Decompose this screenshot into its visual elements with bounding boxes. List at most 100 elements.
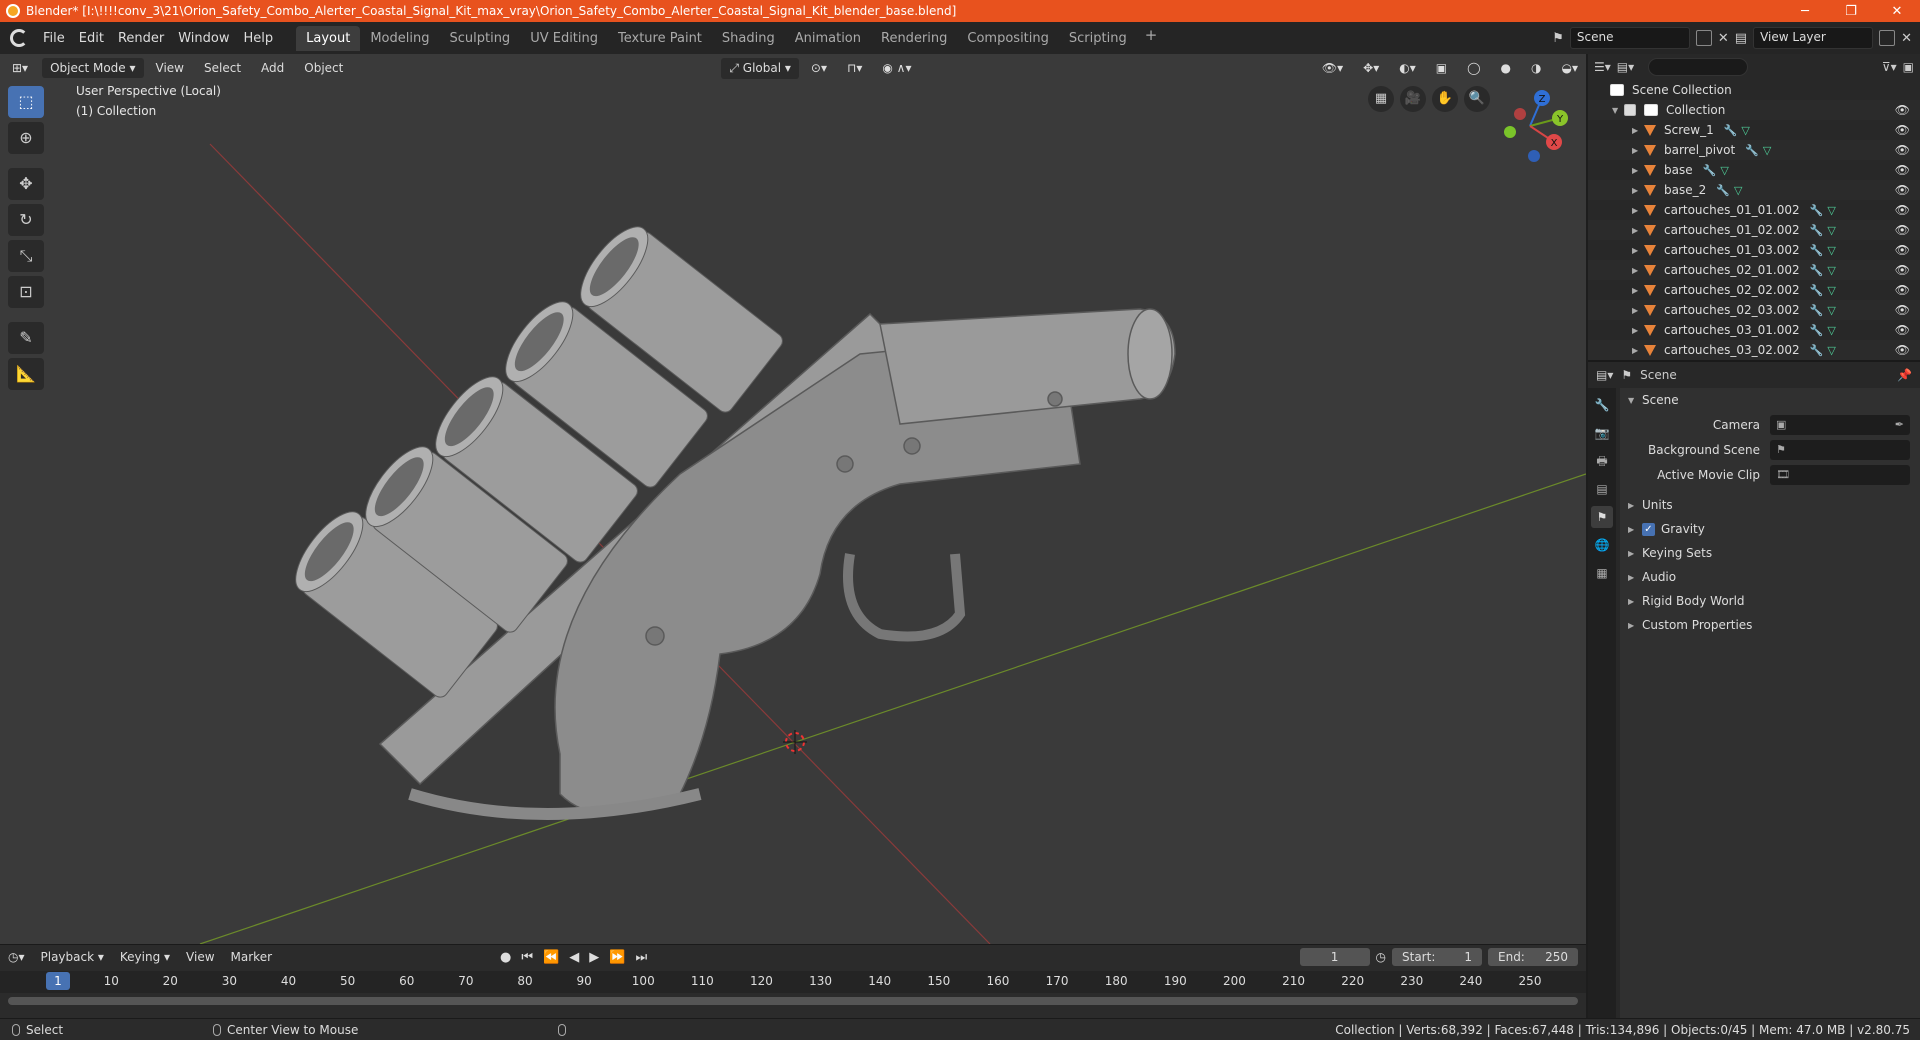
measure-tool-icon[interactable]: 📐 (8, 358, 44, 390)
tab-modeling[interactable]: Modeling (360, 26, 439, 51)
mesh-data-icon[interactable]: ▽ (1827, 224, 1835, 237)
wrench-modifier-icon[interactable]: 🔧 (1703, 164, 1717, 177)
outliner-object-row[interactable]: ▶ cartouches_01_02.002 🔧 ▽ 👁 (1588, 220, 1920, 240)
outliner-object-row[interactable]: ▶ cartouches_02_01.002 🔧 ▽ 👁 (1588, 260, 1920, 280)
outliner-object-row[interactable]: ▶ barrel_pivot 🔧 ▽ 👁 (1588, 140, 1920, 160)
shading-solid-icon[interactable]: ● (1493, 58, 1519, 78)
collection-checkbox[interactable] (1624, 104, 1636, 116)
view-layer-tab-icon[interactable]: ▤ (1591, 478, 1613, 500)
next-keyframe-button[interactable]: ⏩ (609, 950, 625, 965)
snap-icon[interactable]: ⊓▾ (839, 58, 870, 78)
start-frame-field[interactable]: Start: 1 (1392, 948, 1482, 966)
wrench-modifier-icon[interactable]: 🔧 (1810, 244, 1824, 257)
wrench-modifier-icon[interactable]: 🔧 (1810, 284, 1824, 297)
texture-tab-icon[interactable]: ▦ (1591, 562, 1613, 584)
tab-animation[interactable]: Animation (785, 26, 871, 51)
mesh-data-icon[interactable]: ▽ (1827, 304, 1835, 317)
eye-icon[interactable]: 👁 (1895, 343, 1910, 357)
menu-file[interactable]: File (36, 31, 72, 46)
zoom-icon[interactable]: 🔍 (1464, 86, 1490, 112)
expand-arrow-icon[interactable]: ▶ (1632, 346, 1644, 355)
tab-shading[interactable]: Shading (712, 26, 785, 51)
expand-arrow-icon[interactable]: ▶ (1632, 166, 1644, 175)
object-menu[interactable]: Object (296, 58, 351, 78)
wrench-modifier-icon[interactable]: 🔧 (1810, 304, 1824, 317)
outliner-editor-type-icon[interactable]: ☰▾ (1594, 60, 1611, 74)
camera-view-icon[interactable]: 🎥 (1400, 86, 1426, 112)
pan-hand-icon[interactable]: ✋ (1432, 86, 1458, 112)
prev-keyframe-button[interactable]: ⏪ (543, 950, 559, 965)
outliner-object-row[interactable]: ▶ cartouches_03_02.002 🔧 ▽ 👁 (1588, 340, 1920, 360)
mesh-data-icon[interactable]: ▽ (1827, 344, 1835, 357)
transform-tool-icon[interactable]: ⊡ (8, 276, 44, 308)
shading-rendered-icon[interactable]: ◒▾ (1554, 58, 1587, 78)
gizmo-toggle-icon[interactable]: ✥▾ (1355, 58, 1387, 78)
blender-logo-icon[interactable] (10, 29, 28, 47)
expand-arrow-icon[interactable]: ▶ (1632, 226, 1644, 235)
wrench-modifier-icon[interactable]: 🔧 (1810, 344, 1824, 357)
gravity-checkbox[interactable]: ✓ (1642, 522, 1655, 536)
playback-menu[interactable]: Playback ▾ (33, 950, 112, 964)
mesh-data-icon[interactable]: ▽ (1827, 204, 1835, 217)
expand-arrow-icon[interactable]: ▼ (1612, 106, 1624, 115)
eye-icon[interactable]: 👁 (1895, 303, 1910, 317)
jump-end-button[interactable]: ⏭ (635, 950, 647, 965)
wrench-modifier-icon[interactable]: 🔧 (1716, 184, 1730, 197)
navigation-gizmo[interactable]: Z Y X (1490, 84, 1570, 164)
scene-collection-row[interactable]: Scene Collection (1588, 80, 1920, 100)
menu-help[interactable]: Help (237, 31, 281, 46)
view-menu[interactable]: View (148, 58, 192, 78)
add-menu[interactable]: Add (253, 58, 292, 78)
outliner-object-row[interactable]: ▶ Screw_1 🔧 ▽ 👁 (1588, 120, 1920, 140)
display-mode-icon[interactable]: ▤▾ (1617, 60, 1634, 74)
mesh-data-icon[interactable]: ▽ (1741, 124, 1749, 137)
background-scene-field[interactable]: ⚑ (1770, 439, 1910, 460)
active-movie-clip-field[interactable]: 🎞 (1770, 464, 1910, 485)
pivot-point-icon[interactable]: ⊙▾ (803, 58, 835, 78)
visibility-icon[interactable]: 👁▾ (1314, 58, 1351, 78)
tab-scripting[interactable]: Scripting (1059, 26, 1137, 51)
eye-icon[interactable]: 👁 (1895, 263, 1910, 277)
menu-edit[interactable]: Edit (72, 31, 111, 46)
clock-icon[interactable]: ◷ (1376, 950, 1386, 964)
expand-arrow-icon[interactable]: ▶ (1632, 186, 1644, 195)
outliner-search-input[interactable] (1648, 58, 1749, 76)
expand-arrow-icon[interactable]: ▶ (1632, 286, 1644, 295)
tab-compositing[interactable]: Compositing (957, 26, 1059, 51)
render-tab-icon[interactable]: 📷 (1591, 422, 1613, 444)
delete-view-layer-icon[interactable]: ✕ (1901, 31, 1912, 46)
play-reverse-button[interactable]: ◀ (569, 950, 579, 965)
select-menu[interactable]: Select (196, 58, 249, 78)
world-tab-icon[interactable]: 🌐 (1591, 534, 1613, 556)
keying-sets-subpanel[interactable]: ▶ Keying Sets (1620, 541, 1920, 565)
tab-sculpting[interactable]: Sculpting (439, 26, 520, 51)
maximize-button[interactable]: ❐ (1828, 4, 1874, 19)
proportional-editing-icon[interactable]: ◉ ∧▾ (874, 58, 919, 78)
rotate-tool-icon[interactable]: ↻ (8, 204, 44, 236)
cursor-tool-icon[interactable]: ⊕ (8, 122, 44, 154)
3d-viewport[interactable]: ⊞▾ Object Mode ▾ View Select Add Object … (0, 54, 1586, 944)
eye-icon[interactable]: 👁 (1895, 123, 1910, 137)
mesh-data-icon[interactable]: ▽ (1827, 244, 1835, 257)
expand-arrow-icon[interactable]: ▶ (1632, 246, 1644, 255)
scene-panel-header[interactable]: ▼ Scene (1620, 388, 1920, 412)
audio-subpanel[interactable]: ▶ Audio (1620, 565, 1920, 589)
shading-material-icon[interactable]: ◑ (1523, 58, 1549, 78)
wrench-modifier-icon[interactable]: 🔧 (1810, 324, 1824, 337)
wrench-modifier-icon[interactable]: 🔧 (1745, 144, 1759, 157)
scene-tab-icon[interactable]: ⚑ (1591, 506, 1613, 528)
scale-tool-icon[interactable]: ⤡ (8, 240, 44, 272)
current-frame-field[interactable]: 1 (1299, 948, 1370, 966)
expand-arrow-icon[interactable]: ▶ (1632, 146, 1644, 155)
eye-icon[interactable]: 👁 (1895, 223, 1910, 237)
pin-icon[interactable]: 📌 (1897, 368, 1912, 382)
end-frame-field[interactable]: End: 250 (1488, 948, 1578, 966)
mesh-data-icon[interactable]: ▽ (1763, 144, 1771, 157)
marker-menu[interactable]: Marker (223, 950, 280, 964)
collection-row[interactable]: ▼ Collection 👁 (1588, 100, 1920, 120)
eye-icon[interactable]: 👁 (1895, 323, 1910, 337)
overlays-icon[interactable]: ◐▾ (1391, 58, 1424, 78)
eye-icon[interactable]: 👁 (1895, 163, 1910, 177)
mesh-data-icon[interactable]: ▽ (1827, 264, 1835, 277)
new-collection-icon[interactable]: ▣ (1903, 60, 1914, 74)
